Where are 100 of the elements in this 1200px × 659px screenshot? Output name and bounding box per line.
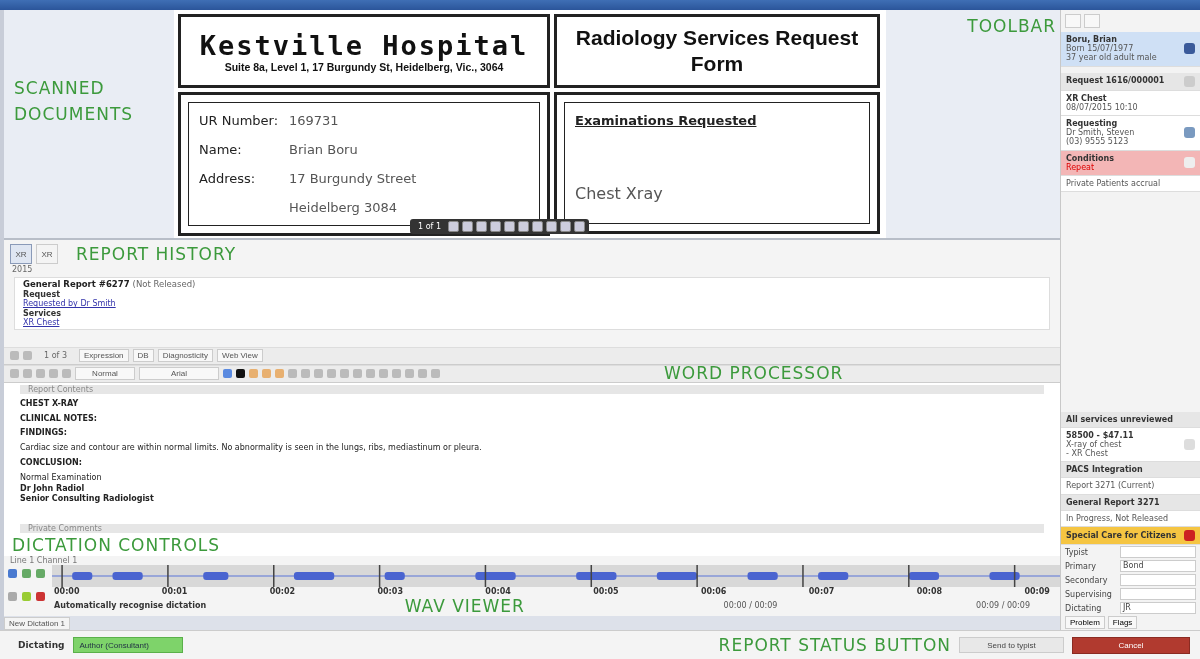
billing-text: Private Patients accrual [1066, 178, 1161, 189]
role-label: Supervising [1065, 589, 1113, 599]
exam-name: XR Chest [1066, 93, 1108, 103]
service-link[interactable]: XR Chest [23, 317, 60, 327]
service-code: 58500 - $47.11 [1066, 430, 1134, 440]
report-text: Normal Examination [20, 473, 102, 483]
entry-label: Services [23, 308, 62, 318]
role-dropdown[interactable]: Author (Consultant) [72, 637, 183, 653]
time-label: 00:00 [54, 586, 80, 596]
toolbar-button[interactable]: Web View [217, 349, 263, 363]
time-label: 00:08 [916, 586, 943, 596]
time-label: 00:07 [808, 586, 835, 596]
time-label: 00:06 [700, 586, 727, 596]
request-title: Request 1616/000001 [1066, 76, 1165, 86]
field-label: Name: [199, 142, 243, 157]
hospital-name: Kestville Hospital [199, 29, 529, 61]
toolbar-button[interactable]: Diagnosticity [157, 349, 214, 363]
report-text: FINDINGS: [20, 429, 67, 439]
viewer-button[interactable] [532, 221, 543, 232]
font-dropdown[interactable]: Arial [139, 367, 219, 381]
annotation-label: WAV VIEWER [404, 595, 525, 616]
role-dropdown[interactable]: JR [1120, 602, 1196, 614]
service-sub: - XR Chest [1066, 449, 1109, 459]
viewer-button[interactable] [518, 221, 529, 232]
section-heading: Examinations Requested [575, 113, 758, 128]
dictation-tab[interactable]: New Dictation 1 [4, 616, 71, 630]
toolbar-button[interactable]: Expression [79, 349, 129, 363]
form-title: Radiology Services Request Form [574, 24, 860, 77]
report-text: Cardiac size and contour are within normal limits. No abnormality is seen in the lungs, ribs, mediastinum or pleura. [20, 444, 482, 454]
time-label: 00:05 [593, 586, 619, 596]
viewer-button[interactable] [560, 221, 571, 232]
report-status: In Progress, Not Released [1066, 513, 1169, 523]
field-value: 17 Burgundy Street [289, 171, 417, 186]
annotation-label: REPORT HISTORY [76, 244, 236, 265]
status-label: Dictating [18, 640, 65, 650]
toolbar-button[interactable]: DB [132, 349, 154, 363]
request-link[interactable]: Requested by Dr Smith [23, 299, 116, 309]
role-dropdown[interactable] [1120, 574, 1196, 586]
entry-label: Request [23, 290, 61, 300]
time-label: 00:03 [377, 586, 403, 596]
toolbar-button[interactable] [1065, 14, 1081, 28]
doctor-name: Dr Smith, Steven [1066, 128, 1135, 138]
patient-age: 37 year old adult male [1066, 53, 1157, 63]
search-button[interactable] [1084, 14, 1100, 28]
report-text: Senior Consulting Radiologist [20, 495, 154, 505]
time-label: 00:04 [485, 586, 511, 596]
alert-text: Special Care for Citizens [1066, 530, 1177, 541]
style-dropdown[interactable]: Normal [75, 367, 135, 381]
field-label: Address: [199, 171, 257, 186]
sidebar-button[interactable]: Flags [1107, 616, 1138, 629]
role-label: Typist [1065, 547, 1089, 557]
role-label: Primary [1065, 561, 1097, 571]
field-label: UR Number: [199, 113, 280, 128]
role-dropdown[interactable] [1120, 546, 1196, 558]
viewer-button[interactable] [476, 221, 487, 232]
year-label: 2015 [11, 264, 34, 276]
sidebar-button[interactable]: Problem [1065, 616, 1105, 629]
report-text: CONCLUSION: [20, 459, 82, 468]
report-text: Dr John Radiol [20, 484, 85, 494]
viewer-button[interactable] [490, 221, 501, 232]
field-value: Heidelberg 3084 [289, 200, 398, 215]
role-label: Secondary [1065, 575, 1109, 585]
viewer-button[interactable] [546, 221, 557, 232]
annotation-label: WORD PROCESSOR [664, 362, 844, 383]
time-label: 00:01 [161, 586, 188, 596]
service-exam: X-ray of chest [1066, 439, 1123, 450]
patient-dob: Born 15/07/1977 [1066, 44, 1135, 54]
cancel-button[interactable]: Cancel [1072, 636, 1190, 654]
pacs-title: PACS Integration [1066, 465, 1143, 475]
patient-name: Boru, Brian [1066, 35, 1117, 45]
annotation-label: DICTATION CONTROLS [12, 535, 221, 556]
time-label: 00:02 [269, 586, 296, 596]
services-title: All services unreviewed [1066, 414, 1173, 424]
history-tab[interactable]: XR [36, 244, 58, 265]
requesting-label: Requesting [1066, 118, 1118, 129]
annotation-label: SCANNED DOCUMENTS [14, 78, 134, 124]
history-tab[interactable]: XR [10, 244, 32, 265]
viewer-button[interactable] [574, 221, 585, 232]
annotation-label: TOOLBAR [967, 16, 1056, 37]
mode-label: Automatically recognise dictation [54, 601, 207, 611]
field-value: Brian Boru [289, 142, 358, 157]
viewer-button[interactable] [462, 221, 473, 232]
viewer-button[interactable] [504, 221, 515, 232]
report-title: General Report #6277 (Not Released) [23, 280, 196, 290]
section-header: Report Contents [20, 384, 1044, 394]
send-dropdown[interactable]: Send to typist [959, 637, 1064, 653]
exam-date: 08/07/2015 10:10 [1066, 102, 1138, 112]
annotation-label: REPORT STATUS BUTTON [718, 634, 951, 656]
hospital-address: Suite 8a, Level 1, 17 Burgundy St, Heidelberg, Vic., 3064 [224, 60, 504, 73]
position-label: 00:00 / 00:09 [723, 601, 778, 611]
page-counter: 1 of 3 [43, 350, 68, 362]
doctor-phone: (03) 9555 5123 [1066, 137, 1130, 147]
time-label: 00:09 [1024, 586, 1050, 596]
conditions-label: Conditions [1066, 153, 1115, 163]
duration-label: 00:09 / 00:09 [976, 601, 1030, 611]
report-text: CLINICAL NOTES: [20, 414, 97, 424]
field-value: 169731 [289, 113, 339, 128]
role-dropdown[interactable] [1120, 588, 1196, 600]
viewer-button[interactable] [448, 221, 459, 232]
role-dropdown[interactable]: Bond [1120, 560, 1196, 572]
